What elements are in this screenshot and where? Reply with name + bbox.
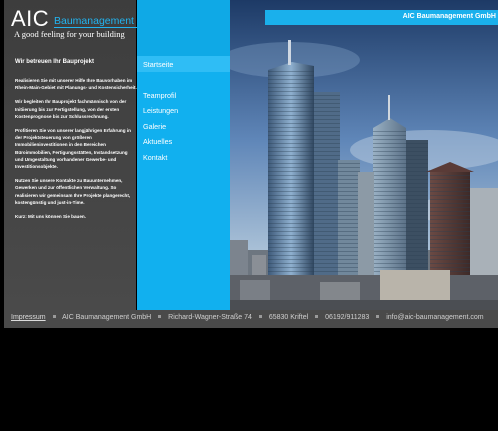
footer-street: Richard-Wagner-Straße 74 [168,314,252,321]
nav-item-galerie[interactable]: Galerie [143,122,166,131]
intro-paragraph: Profitieren Sie von unserer langjährigen… [15,128,131,170]
intro-paragraph: Nutzen Sie unsere Kontakte zu Bauunterne… [15,178,131,205]
banner-title: AIC Baumanagement GmbH [402,13,496,20]
footer-bar: Impressum AIC Baumanagement GmbH Richard… [4,310,498,328]
sidebar-heading: Wir betreuen Ihr Bauprojekt [15,59,94,65]
nav-item-leistungen[interactable]: Leistungen [143,106,178,115]
nav-item-teamprofil[interactable]: Teamprofil [143,91,176,100]
logo-divider [54,27,137,28]
nav-header [137,0,230,56]
nav-item-startseite[interactable]: Startseite [143,60,173,69]
footer-contact: Impressum AIC Baumanagement GmbH Richard… [11,314,484,321]
main-navigation: Startseite Teamprofil Leistungen Galerie… [137,0,230,310]
skyline-photo [230,0,498,310]
intro-paragraph: Realisieren Sie mit unserer Hilfe Ihre B… [15,78,137,91]
logo-sub: Baumanagement [54,15,134,27]
separator [376,315,380,319]
separator [158,315,162,319]
nav-item-aktuelles[interactable]: Aktuelles [143,137,172,146]
footer-phone: 06192/911283 [325,314,370,321]
footer-company: AIC Baumanagement GmbH [62,314,152,321]
sidebar-panel: AIC Baumanagement A good feeling for you… [4,0,137,310]
footer-email[interactable]: info@aic-baumanagement.com [386,314,483,321]
company-banner: AIC Baumanagement GmbH [265,10,498,25]
intro-paragraph: Wir begleiten Ihr Bauprojekt fachmännisc… [15,99,127,119]
company-logo[interactable]: AIC Baumanagement A good feeling for you… [11,8,137,42]
separator [52,315,56,319]
skyline-image [230,0,498,310]
logo-name: AIC [11,6,50,31]
intro-paragraph: Kurz: Mit uns können Sie bauen. [15,214,86,220]
impressum-link[interactable]: Impressum [11,314,46,321]
separator [258,315,262,319]
nav-item-kontakt[interactable]: Kontakt [143,153,167,162]
footer-city: 65830 Kriftel [268,314,309,321]
sidebar-text: Realisieren Sie mit unserer Hilfe Ihre B… [15,77,137,227]
logo-tagline: A good feeling for your building [14,29,125,39]
separator [315,315,319,319]
